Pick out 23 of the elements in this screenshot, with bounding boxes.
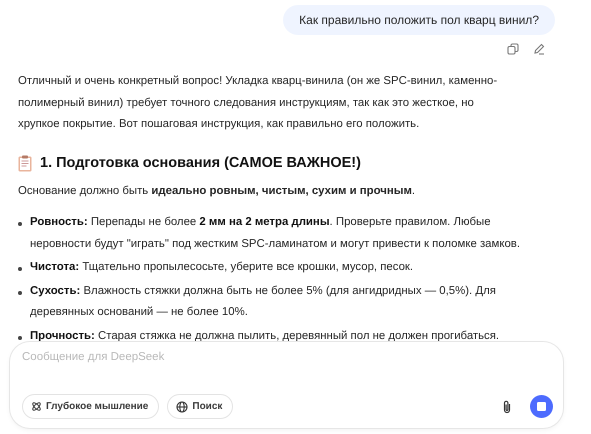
bullet-text: Ровность: Перепады не более 2 мм на 2 метра длины. Проверьте правилом. Любые неровности будут "играть" под жестким SPC-ламинатом и могут привести к поломке замков. xyxy=(30,215,522,252)
globe-icon xyxy=(176,400,188,412)
bullet-icon xyxy=(18,336,22,340)
bullet-text: Прочность: Старая стяжка не должна пылить, деревянный пол не должен прогибаться. xyxy=(30,328,500,344)
paperclip-icon[interactable] xyxy=(502,400,512,414)
mode-toggle-button[interactable]: Поиск xyxy=(167,394,234,419)
bullet-icon xyxy=(18,222,22,226)
edit-icon[interactable] xyxy=(533,43,545,55)
answer-paragraph: Отличный и очень конкретный вопрос! Укладка кварц-винила (он же SPC-винил, каменно-полимерный винил) требует точного следования инструкциям, так как это жесткое, но хрупкое покрытие. Вот пошаговая инструкция, как правильно его положить. xyxy=(18,74,498,132)
bullet-text: Сухость: Влажность стяжки должна быть не более 5% (для ангидридных — 0,5%). Для деревянных оснований — не более 10%. xyxy=(30,284,497,320)
bullet-text: Чистота: Тщательно пропылесосьте, уберите все крошки, мусор, песок. xyxy=(30,260,414,275)
user-message: Как правильно положить пол кварц винил? xyxy=(283,5,555,35)
answer-paragraph: Основание должно быть идеально ровным, чистым, сухим и прочным. xyxy=(18,184,416,198)
mode-toggle-button[interactable]: Глубокое мышление xyxy=(22,394,160,419)
stop-icon xyxy=(537,402,546,411)
copy-icon[interactable] xyxy=(507,43,519,55)
bullet-icon xyxy=(18,290,22,294)
message-input[interactable]: Сообщение для DeepSeek xyxy=(22,351,553,363)
stop-button[interactable] xyxy=(530,395,553,418)
section-heading: 1. Подготовка основания (САМОЕ ВАЖНОЕ!) xyxy=(40,155,361,171)
atom-icon xyxy=(31,401,42,412)
bullet-icon xyxy=(18,267,22,271)
clipboard-icon xyxy=(18,154,32,172)
